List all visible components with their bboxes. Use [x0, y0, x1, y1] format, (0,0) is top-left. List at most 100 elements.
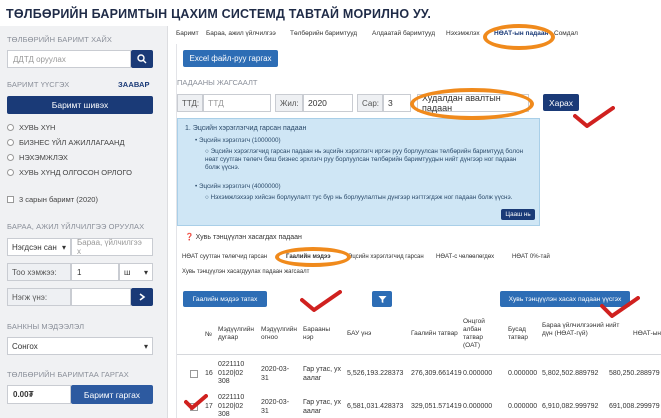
- tab-goods[interactable]: Бараа, ажил үйлчилгээ: [206, 30, 276, 37]
- col-header-no: №: [205, 331, 212, 338]
- cell-vat: 691,008.299979: [609, 403, 660, 410]
- subtab-deduct-list[interactable]: Хувь тэнцүүлэн хасагдуулах падаан жагсаа…: [182, 269, 309, 275]
- cell-customs-tax: 276,309.661419: [411, 370, 462, 377]
- annotation-oval-customs-tab: [275, 247, 351, 267]
- cell-total: 5,802,502.889792: [542, 370, 599, 377]
- month-label: Сар:: [357, 94, 383, 112]
- export-excel-button[interactable]: Excel файл-руу гаргах: [183, 50, 278, 67]
- create-receipt-button[interactable]: Баримт шивэх: [7, 96, 153, 114]
- invoice-list-label: ПАДААНЫ ЖАГСААЛТ: [177, 78, 258, 87]
- chevron-down-icon: ▾: [61, 242, 66, 252]
- subtab-vat-payer[interactable]: НӨАТ суутган төлөгчид гарсан: [182, 254, 267, 260]
- cell-no: 16: [205, 370, 213, 377]
- page-title: ТӨЛБӨРИЙН БАРИМТЫН ЦАХИМ СИСТЕМД ТАВТАЙ …: [6, 7, 432, 21]
- unit-price-label: Нэгж үнэ:: [7, 288, 71, 306]
- cell-excise-tax: 0.000000: [463, 370, 493, 377]
- col-header-goods-name: Барааны нэр: [303, 326, 330, 341]
- tab-receipt[interactable]: Баримт: [176, 30, 199, 37]
- page-header: ТӨЛБӨРИЙН БАРИМТЫН ЦАХИМ СИСТЕМД ТАВТАЙ …: [0, 0, 661, 26]
- subtab-vat-zero[interactable]: НӨАТ 0%-тай: [512, 254, 550, 260]
- year-input[interactable]: 2020: [303, 94, 353, 112]
- add-goods-button[interactable]: [131, 288, 153, 306]
- check-annotation-icon: [600, 296, 640, 318]
- chevron-down-icon: ▾: [143, 341, 148, 351]
- col-header-decl-no: Мэдүүлгийн дугаар: [218, 326, 254, 341]
- check-annotation-icon: [573, 106, 615, 128]
- quantity-input[interactable]: 1: [71, 263, 119, 281]
- search-button[interactable]: [131, 50, 153, 68]
- cell-decl-no: 0221110 0120|02 308: [218, 361, 245, 385]
- info-item-2: • Эцсийн хэрэглэгч (4000000): [195, 183, 281, 190]
- search-icon: [137, 54, 147, 64]
- cell-vat: 580,250.288979: [609, 370, 660, 377]
- radio-circle: [7, 139, 14, 146]
- radio-income[interactable]: ХУВЬ ХҮНД ОЛГОСОН ОРЛОГО: [7, 168, 132, 177]
- question-icon: ❓: [185, 234, 194, 241]
- sidebar: ТӨЛБӨРИЙН БАРИМТ ХАЙХ ДДТД оруулах БАРИМ…: [0, 26, 168, 418]
- cell-decl-no: 0221110 0120|02 308: [218, 394, 245, 418]
- chevron-down-icon: ▾: [143, 267, 148, 277]
- chevron-right-icon: [139, 293, 146, 301]
- col-header-other-tax: Бусад татвар: [508, 326, 528, 341]
- tab-receipts[interactable]: Төлбөрийн баримтууд: [290, 30, 357, 37]
- info-desc-2: ○ Нэхэмжлэхээр хийсэн борлуулалт тус бүр…: [205, 194, 513, 201]
- fund-select[interactable]: Нэгдсэн сан ▾: [7, 238, 71, 256]
- cell-customs-tax: 329,051.571419: [411, 403, 462, 410]
- bank-section-title: БАНКНЫ МЭДЭЭЛЭЛ: [7, 322, 85, 331]
- info-item-1: • Эцсийн хэрэглэгч (1000000): [195, 137, 281, 144]
- ttd-input[interactable]: ТТД: [203, 94, 271, 112]
- three-month-checkbox[interactable]: 3 сарын баримт (2020): [7, 195, 98, 204]
- cell-bau-price: 5,526,193.228373: [347, 370, 404, 377]
- ttd-label: ТТД:: [177, 94, 203, 112]
- check-annotation-icon: [184, 394, 208, 410]
- search-section-title: ТӨЛБӨРИЙН БАРИМТ ХАЙХ: [7, 35, 112, 44]
- cell-other-tax: 0.000000: [508, 370, 538, 377]
- customs-table: № Мэдүүлгийн дугаар Мэдүүлгийн огноо Бар…: [177, 314, 661, 418]
- cell-excise-tax: 0.000000: [463, 403, 493, 410]
- tab-summary[interactable]: Сомдал: [554, 30, 578, 37]
- radio-circle: [7, 124, 14, 131]
- filter-button[interactable]: [372, 291, 392, 307]
- filter-icon: [378, 295, 386, 303]
- quantity-label: Тоо хэмжээ:: [7, 263, 71, 281]
- create-section-title: БАРИМТ ҮҮСГЭХ: [7, 80, 70, 89]
- cell-decl-date: 2020-03- 31: [261, 399, 290, 415]
- info-desc-1: ○ Эцсийн хэрэглэгчид гарсан падаан нь эц…: [205, 148, 524, 171]
- month-input[interactable]: 3: [383, 94, 411, 112]
- tab-invoice[interactable]: Нэхэмжлэх: [446, 30, 480, 37]
- annotation-oval-type-select: [410, 88, 534, 120]
- cell-bau-price: 6,581,031.428373: [347, 403, 404, 410]
- issue-section-title: ТӨЛБӨРИЙН БАРИМТАА ГАРГАХ: [7, 370, 129, 379]
- check-annotation-icon: [300, 290, 342, 312]
- unit-price-input[interactable]: [71, 288, 131, 306]
- bank-select[interactable]: Сонгох ▾: [7, 337, 153, 355]
- radio-business[interactable]: БИЗНЕС ҮЙЛ АЖИЛЛАГААНД: [7, 138, 125, 147]
- tab-error-receipts[interactable]: Алдаатай баримтууд: [372, 30, 435, 37]
- issue-receipt-button[interactable]: Баримт гаргах: [71, 385, 153, 404]
- annotation-oval-vat-tab: [483, 24, 555, 50]
- receipt-search-input[interactable]: ДДТД оруулах: [7, 50, 131, 68]
- radio-individual[interactable]: ХУВЬ ХҮН: [7, 123, 55, 132]
- cell-total: 6,910,082.999792: [542, 403, 599, 410]
- fetch-customs-button[interactable]: Гаалийн мэдээ татах: [183, 291, 267, 307]
- subtab-final-consumer[interactable]: Эцсийн хэрэглэгчид гарсан: [348, 254, 424, 260]
- cell-goods-name: Гар утас, ух аалаг: [303, 366, 342, 382]
- total-amount: 0.00₮: [7, 385, 71, 404]
- cell-decl-date: 2020-03- 31: [261, 366, 290, 382]
- table-divider: [177, 354, 661, 355]
- deduct-invoice-label: ❓ Хувь тэнцүүлэн хасагдах падаан: [185, 234, 302, 241]
- year-label: Жил:: [275, 94, 303, 112]
- checkbox-box: [7, 196, 14, 203]
- col-header-decl-date: Мэдүүлгийн огноо: [261, 326, 297, 341]
- info-title: 1. Эцсийн хэрэглэгчид гарсан падаан: [185, 125, 307, 132]
- unit-select[interactable]: ш ▾: [119, 263, 153, 281]
- radio-invoice[interactable]: НЭХЭМЖЛЭХ: [7, 153, 68, 162]
- subtab-vat-exempt[interactable]: НӨАТ-с чөлөөлөгдөх: [436, 254, 494, 260]
- col-header-bau-price: БАУ үнэ: [347, 330, 372, 337]
- more-button[interactable]: Цааш нь: [501, 209, 535, 220]
- guide-link[interactable]: ЗААВАР: [118, 80, 150, 89]
- goods-search-input[interactable]: Бараа, үйлчилгээ х: [71, 238, 153, 256]
- row-checkbox[interactable]: [190, 370, 198, 378]
- radio-circle: [7, 154, 14, 161]
- col-header-excise-tax: Онцгой албан татвар (ОАТ): [463, 318, 485, 349]
